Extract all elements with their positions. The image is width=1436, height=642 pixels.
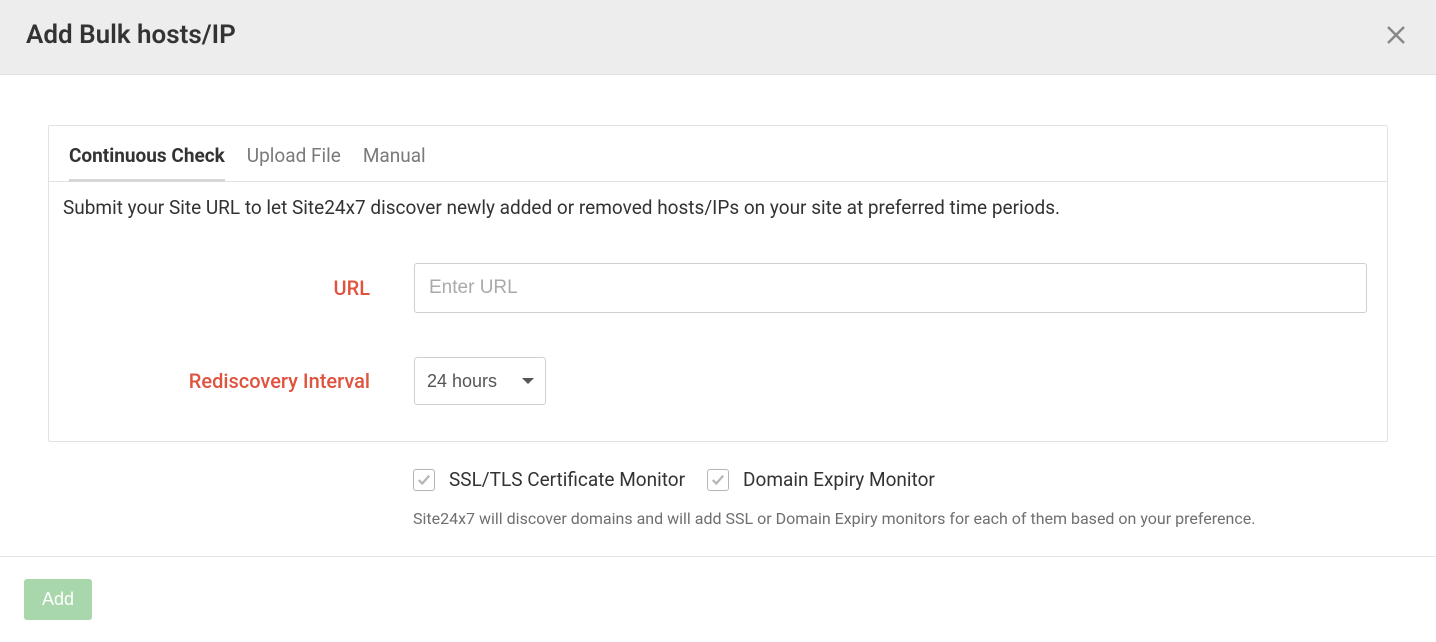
checkmark-icon [417, 473, 431, 487]
dialog-footer: Add [0, 556, 1436, 642]
form-panel: Continuous Check Upload File Manual Subm… [48, 125, 1388, 442]
tab-description: Submit your Site URL to let Site24x7 dis… [49, 182, 1387, 219]
domain-checkbox[interactable] [707, 469, 729, 491]
close-button[interactable] [1382, 21, 1410, 49]
checkmark-icon [711, 473, 725, 487]
url-input[interactable] [414, 263, 1367, 313]
checkbox-group: SSL/TLS Certificate Monitor Domain Expir… [413, 468, 935, 491]
ssl-checkbox[interactable] [413, 469, 435, 491]
tab-upload-file[interactable]: Upload File [247, 144, 341, 181]
tab-manual[interactable]: Manual [363, 144, 426, 181]
form-row-interval: Rediscovery Interval [49, 357, 1387, 405]
content-area: Continuous Check Upload File Manual Subm… [0, 75, 1436, 528]
help-text-spacer [68, 509, 413, 528]
page-title: Add Bulk hosts/IP [26, 20, 236, 50]
tab-continuous-check[interactable]: Continuous Check [69, 144, 225, 181]
domain-checkbox-label: Domain Expiry Monitor [743, 468, 935, 491]
interval-select[interactable] [414, 357, 546, 405]
checkbox-item-domain: Domain Expiry Monitor [707, 468, 935, 491]
interval-input-wrap [414, 357, 1367, 405]
interval-select-wrap [414, 357, 546, 405]
dialog-header: Add Bulk hosts/IP [0, 0, 1436, 75]
form-row-url: URL [49, 263, 1387, 313]
help-text: Site24x7 will discover domains and will … [413, 509, 1255, 528]
url-label: URL [69, 276, 414, 300]
checkbox-section: SSL/TLS Certificate Monitor Domain Expir… [48, 442, 1388, 491]
interval-label: Rediscovery Interval [69, 369, 414, 393]
url-input-wrap [414, 263, 1367, 313]
close-icon [1384, 23, 1408, 47]
checkbox-item-ssl: SSL/TLS Certificate Monitor [413, 468, 685, 491]
add-button[interactable]: Add [24, 579, 92, 620]
ssl-checkbox-label: SSL/TLS Certificate Monitor [449, 468, 685, 491]
tabs: Continuous Check Upload File Manual [49, 126, 1387, 182]
help-text-row: Site24x7 will discover domains and will … [48, 491, 1388, 528]
